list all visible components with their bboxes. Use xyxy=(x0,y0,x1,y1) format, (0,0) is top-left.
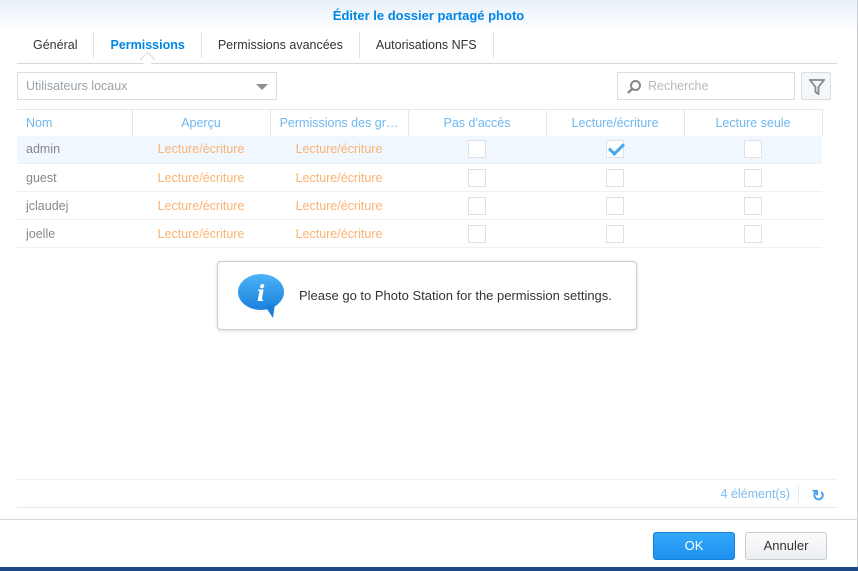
no-access-checkbox[interactable] xyxy=(468,168,486,187)
group-permission: Lecture/écriture xyxy=(270,191,408,220)
group-permission: Lecture/écriture xyxy=(270,163,408,192)
refresh-icon[interactable]: ↻ xyxy=(812,486,825,506)
preview: Lecture/écriture xyxy=(132,191,270,220)
read-write-checkbox[interactable] xyxy=(606,196,624,215)
read-only-checkbox[interactable] xyxy=(744,224,762,243)
info-icon: i xyxy=(238,273,284,318)
no-access-checkbox[interactable] xyxy=(468,196,486,215)
user-name: jclaudej xyxy=(17,191,132,220)
tab-general[interactable]: Général xyxy=(17,32,93,58)
preview: Lecture/écriture xyxy=(132,219,270,248)
preview: Lecture/écriture xyxy=(132,163,270,192)
col-group-permissions[interactable]: Permissions des gr… xyxy=(269,109,408,136)
read-write-checkbox[interactable] xyxy=(606,168,624,187)
table-footer: 4 élément(s) ↻ xyxy=(17,479,837,508)
cancel-button[interactable]: Annuler xyxy=(745,532,827,560)
user-name: guest xyxy=(17,163,132,192)
button-bar: OK Annuler xyxy=(0,519,858,567)
group-permission: Lecture/écriture xyxy=(270,219,408,248)
desktop-background xyxy=(0,567,858,571)
tab-permissions[interactable]: Permissions xyxy=(93,32,200,58)
edit-shared-folder-dialog: Éditer le dossier partagé photo Général … xyxy=(0,0,858,567)
tab-bar: Général Permissions Permissions avancées… xyxy=(17,32,837,64)
read-only-checkbox[interactable] xyxy=(744,168,762,187)
info-message-text: Please go to Photo Station for the permi… xyxy=(299,288,612,303)
col-name[interactable]: Nom xyxy=(17,109,132,136)
user-type-select[interactable]: Utilisateurs locaux xyxy=(17,72,277,100)
table-row[interactable]: guest Lecture/écriture Lecture/écriture xyxy=(17,163,822,192)
svg-text:i: i xyxy=(257,281,265,307)
group-permission: Lecture/écriture xyxy=(270,135,408,164)
read-write-checkbox[interactable] xyxy=(606,224,624,243)
read-only-checkbox[interactable] xyxy=(744,140,762,159)
permissions-table: Nom Aperçu Permissions des gr… Pas d'acc… xyxy=(17,109,823,248)
filter-icon xyxy=(809,79,825,95)
no-access-checkbox[interactable] xyxy=(468,224,486,243)
dialog-title: Éditer le dossier partagé photo xyxy=(0,0,857,32)
table-row[interactable]: admin Lecture/écriture Lecture/écriture xyxy=(17,135,822,164)
no-access-checkbox[interactable] xyxy=(468,140,486,159)
col-no-access[interactable]: Pas d'accès xyxy=(407,109,546,136)
ok-button[interactable]: OK xyxy=(653,532,735,560)
search-input[interactable]: Recherche xyxy=(617,72,795,100)
search-icon xyxy=(627,80,641,94)
tab-nfs[interactable]: Autorisations NFS xyxy=(358,32,494,58)
divider xyxy=(798,485,799,503)
user-name: admin xyxy=(17,135,132,164)
chevron-down-icon xyxy=(256,84,268,90)
read-write-checkbox[interactable] xyxy=(606,140,624,159)
col-read-write[interactable]: Lecture/écriture xyxy=(545,109,684,136)
info-message: i Please go to Photo Station for the per… xyxy=(217,261,637,330)
tab-advanced-permissions[interactable]: Permissions avancées xyxy=(200,32,359,58)
col-preview[interactable]: Aperçu xyxy=(131,109,270,136)
search-placeholder: Recherche xyxy=(648,79,709,93)
col-read-only[interactable]: Lecture seule xyxy=(683,109,823,136)
preview: Lecture/écriture xyxy=(132,135,270,164)
filter-button[interactable] xyxy=(801,72,831,100)
read-only-checkbox[interactable] xyxy=(744,196,762,215)
table-row[interactable]: joelle Lecture/écriture Lecture/écriture xyxy=(17,219,822,248)
table-row[interactable]: jclaudej Lecture/écriture Lecture/écriture xyxy=(17,191,822,220)
user-type-value: Utilisateurs locaux xyxy=(26,79,128,93)
item-count: 4 élément(s) xyxy=(720,487,790,501)
user-name: joelle xyxy=(17,219,132,248)
